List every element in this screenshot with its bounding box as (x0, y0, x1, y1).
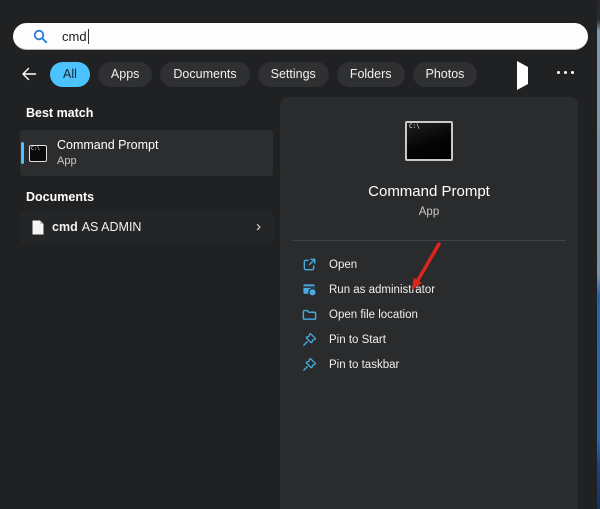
action-run-as-administrator[interactable]: Run as administrator (280, 277, 578, 302)
tab-settings-label: Settings (271, 67, 316, 81)
action-pin-to-taskbar-label: Pin to taskbar (329, 359, 399, 371)
tab-folders[interactable]: Folders (337, 62, 405, 87)
action-pin-to-taskbar[interactable]: Pin to taskbar (280, 352, 578, 377)
tab-photos-label: Photos (426, 67, 465, 81)
action-open-file-location-label: Open file location (329, 309, 418, 321)
tab-apps-label: Apps (111, 67, 140, 81)
detail-app-subtitle: App (280, 206, 578, 218)
back-arrow-icon (20, 65, 38, 83)
action-open[interactable]: Open (280, 252, 578, 277)
chevron-right-icon[interactable]: › (256, 217, 261, 237)
windows-search-flyout: cmd All Apps Documents Settings Folders … (0, 0, 600, 509)
tab-photos[interactable]: Photos (413, 62, 478, 87)
documents-heading: Documents (26, 190, 94, 204)
result-detail-panel: C:\ Command Prompt App Open Run as admin… (280, 97, 578, 509)
action-open-label: Open (329, 259, 357, 271)
command-prompt-icon-large: C:\ (405, 121, 453, 161)
tab-all-label: All (63, 67, 77, 81)
best-match-heading: Best match (26, 106, 93, 120)
more-options-button[interactable] (557, 71, 574, 74)
tab-documents-label: Documents (173, 67, 236, 81)
tab-settings[interactable]: Settings (258, 62, 329, 87)
detail-app-title: Command Prompt (280, 183, 578, 200)
search-input[interactable]: cmd (62, 29, 87, 44)
play-icon (517, 61, 528, 90)
expand-tabs-button[interactable] (517, 67, 531, 80)
run-as-admin-icon (302, 282, 317, 297)
result-title: Command Prompt (57, 138, 158, 152)
search-bar[interactable]: cmd (13, 23, 588, 50)
open-icon (302, 257, 317, 272)
action-pin-to-start[interactable]: Pin to Start (280, 327, 578, 352)
tab-apps[interactable]: Apps (98, 62, 153, 87)
tab-folders-label: Folders (350, 67, 392, 81)
action-run-as-admin-label: Run as administrator (329, 284, 435, 296)
document-icon (32, 220, 44, 235)
ellipsis-icon (557, 71, 560, 74)
folder-icon (302, 307, 317, 322)
filter-tabs: All Apps Documents Settings Folders Phot… (16, 61, 477, 87)
action-list: Open Run as administrator Open file loca… (280, 252, 578, 377)
pin-icon (302, 357, 317, 372)
search-icon (33, 29, 48, 44)
best-match-result-command-prompt[interactable]: C:\ Command Prompt App (20, 130, 273, 176)
document-result-cmd-as-admin[interactable]: cmdAS ADMIN › (20, 211, 273, 244)
tab-documents[interactable]: Documents (160, 62, 249, 87)
text-caret (88, 29, 89, 44)
tab-all[interactable]: All (50, 62, 90, 87)
back-button[interactable] (16, 61, 42, 87)
result-subtitle: App (57, 155, 77, 167)
document-title: cmdAS ADMIN (52, 220, 141, 234)
action-pin-to-start-label: Pin to Start (329, 334, 386, 346)
selection-accent-bar (21, 142, 24, 164)
divider (292, 240, 566, 241)
command-prompt-icon: C:\ (29, 145, 47, 162)
action-open-file-location[interactable]: Open file location (280, 302, 578, 327)
pin-icon (302, 332, 317, 347)
